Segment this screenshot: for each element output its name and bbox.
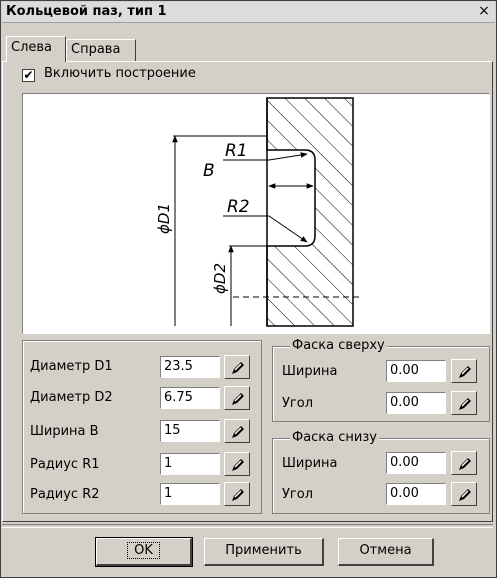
diameter-d1-label: Диаметр D1 bbox=[30, 359, 113, 374]
chamfer-top-width-label: Ширина bbox=[282, 364, 338, 379]
chamfer-top-angle-pick-button[interactable] bbox=[451, 391, 477, 415]
groove-schematic: R1 B R2 ϕD1 ϕD2 bbox=[155, 97, 363, 327]
pencil-icon bbox=[459, 489, 471, 501]
chamfer-bottom-width-label: Ширина bbox=[282, 456, 338, 471]
pencil-icon bbox=[232, 489, 244, 501]
width-b-pick-button[interactable] bbox=[224, 419, 250, 443]
groove-drawing: R1 B R2 ϕD1 ϕD2 bbox=[22, 93, 490, 334]
chamfer-bottom-width-pick-button[interactable] bbox=[451, 451, 477, 475]
enable-build-checkbox[interactable]: ✔ bbox=[22, 69, 35, 82]
ok-button[interactable]: OK bbox=[95, 537, 193, 567]
label-d1: ϕD1 bbox=[155, 203, 173, 234]
radius-r2-field[interactable]: 1 bbox=[160, 483, 220, 505]
apply-button[interactable]: Применить bbox=[204, 538, 324, 566]
chamfer-top-title: Фаска сверху bbox=[290, 338, 387, 353]
chamfer-bottom-width-field[interactable]: 0.00 bbox=[386, 452, 446, 474]
width-b-label: Ширина B bbox=[30, 424, 99, 439]
diameter-d2-label: Диаметр D2 bbox=[30, 390, 113, 405]
chamfer-bottom-angle-label: Угол bbox=[282, 487, 314, 502]
close-icon[interactable]: × bbox=[476, 3, 492, 19]
label-b: B bbox=[203, 161, 215, 181]
tab-right-label: Справа bbox=[71, 42, 121, 57]
chamfer-top-width-field[interactable]: 0.00 bbox=[386, 360, 446, 382]
ok-button-label: OK bbox=[127, 542, 160, 559]
cancel-button-label: Отмена bbox=[359, 543, 412, 558]
enable-build-label[interactable]: Включить построение bbox=[44, 66, 196, 81]
diameter-d2-pick-button[interactable] bbox=[224, 386, 250, 410]
pencil-icon bbox=[459, 458, 471, 470]
chamfer-bottom-angle-field[interactable]: 0.00 bbox=[386, 483, 446, 505]
tab-right[interactable]: Справа bbox=[66, 39, 136, 61]
chamfer-top-angle-label: Угол bbox=[282, 396, 314, 411]
cancel-button[interactable]: Отмена bbox=[338, 538, 434, 566]
label-d2: ϕD2 bbox=[211, 263, 229, 294]
tab-left-label: Слева bbox=[11, 40, 53, 55]
pencil-icon bbox=[232, 362, 244, 374]
hatched-part bbox=[266, 97, 354, 327]
label-r2: R2 bbox=[227, 197, 250, 217]
title-bar[interactable]: Кольцевой паз, тип 1 × bbox=[2, 2, 495, 23]
checkmark-icon: ✔ bbox=[23, 68, 34, 82]
diameter-d1-field[interactable]: 23.5 bbox=[160, 356, 220, 378]
pencil-icon bbox=[232, 459, 244, 471]
separator bbox=[2, 524, 493, 528]
chamfer-bottom-title: Фаска снизу bbox=[290, 430, 379, 445]
radius-r1-pick-button[interactable] bbox=[224, 452, 250, 476]
diameter-d1-pick-button[interactable] bbox=[224, 355, 250, 379]
chamfer-bottom-angle-pick-button[interactable] bbox=[451, 482, 477, 506]
width-b-field[interactable]: 15 bbox=[160, 420, 220, 442]
radius-r1-field[interactable]: 1 bbox=[160, 453, 220, 475]
radius-r2-pick-button[interactable] bbox=[224, 482, 250, 506]
diameter-d2-field[interactable]: 6.75 bbox=[160, 387, 220, 409]
pencil-icon bbox=[459, 398, 471, 410]
chamfer-top-angle-field[interactable]: 0.00 bbox=[386, 392, 446, 414]
tab-left[interactable]: Слева bbox=[6, 36, 66, 62]
pencil-icon bbox=[232, 393, 244, 405]
pencil-icon bbox=[232, 426, 244, 438]
radius-r1-label: Радиус R1 bbox=[30, 457, 100, 472]
apply-button-label: Применить bbox=[225, 543, 302, 558]
label-r1: R1 bbox=[225, 141, 248, 161]
window-title: Кольцевой паз, тип 1 bbox=[6, 4, 167, 19]
pencil-icon bbox=[459, 366, 471, 378]
radius-r2-label: Радиус R2 bbox=[30, 487, 100, 502]
chamfer-top-width-pick-button[interactable] bbox=[451, 359, 477, 383]
